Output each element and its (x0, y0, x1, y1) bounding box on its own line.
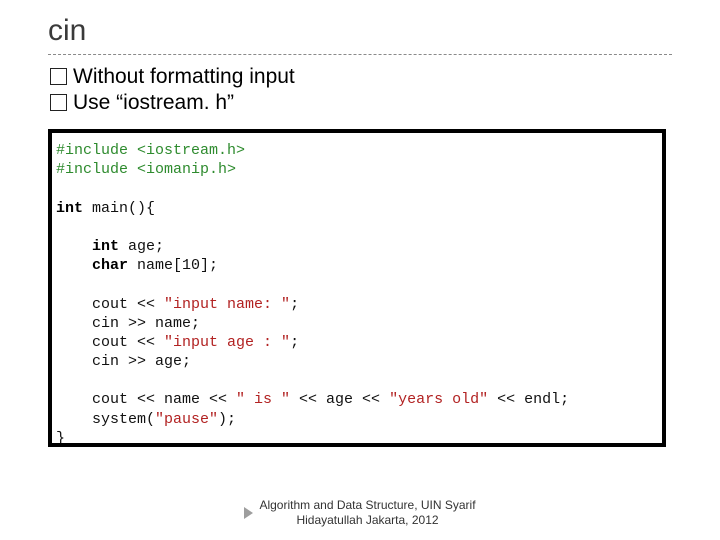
code-text: << endl; (488, 391, 569, 408)
triangle-bullet-icon (244, 507, 253, 519)
footer-line: Algorithm and Data Structure, UIN Syarif (259, 498, 475, 512)
code-text: ); (218, 411, 236, 428)
square-bullet-icon (50, 94, 67, 111)
list-item: Use “iostream. h” (50, 91, 672, 115)
code-string: "pause" (155, 411, 218, 428)
code-content: #include <iostream.h> #include <iomanip.… (56, 141, 656, 447)
code-block: #include <iostream.h> #include <iomanip.… (48, 129, 666, 447)
code-text: << age << (290, 391, 389, 408)
code-text: cin >> name; (56, 315, 200, 332)
bullet-text: Without formatting input (73, 65, 295, 89)
code-text: ; (290, 334, 299, 351)
code-keyword: char (92, 257, 128, 274)
square-bullet-icon (50, 68, 67, 85)
code-text: } (56, 430, 65, 447)
code-keyword: int (56, 200, 83, 217)
code-text: main(){ (83, 200, 155, 217)
code-text: ; (290, 296, 299, 313)
page-title: cin (48, 14, 672, 52)
code-text: cout << (56, 296, 164, 313)
bullet-list: Without formatting input Use “iostream. … (48, 65, 672, 115)
code-string: "years old" (389, 391, 488, 408)
code-text: cout << name << (56, 391, 236, 408)
code-keyword: int (92, 238, 119, 255)
code-text: system( (56, 411, 155, 428)
list-item: Without formatting input (50, 65, 672, 89)
code-string: " is " (236, 391, 290, 408)
footer: Algorithm and Data Structure, UIN Syarif… (0, 498, 720, 528)
code-preproc: #include <iomanip.h> (56, 161, 236, 178)
code-preproc: #include <iostream.h> (56, 142, 245, 159)
footer-line: Hidayatullah Jakarta, 2012 (296, 513, 438, 527)
code-text: name[10]; (128, 257, 218, 274)
title-divider (48, 54, 672, 55)
code-string: "input name: " (164, 296, 290, 313)
slide-container: cin Without formatting input Use “iostre… (0, 0, 720, 540)
code-text: cout << (56, 334, 164, 351)
code-text: age; (119, 238, 164, 255)
footer-inner: Algorithm and Data Structure, UIN Syarif… (244, 498, 475, 528)
code-text: cin >> age; (56, 353, 191, 370)
code-string: "input age : " (164, 334, 290, 351)
footer-text: Algorithm and Data Structure, UIN Syarif… (259, 498, 475, 528)
bullet-text: Use “iostream. h” (73, 91, 234, 115)
